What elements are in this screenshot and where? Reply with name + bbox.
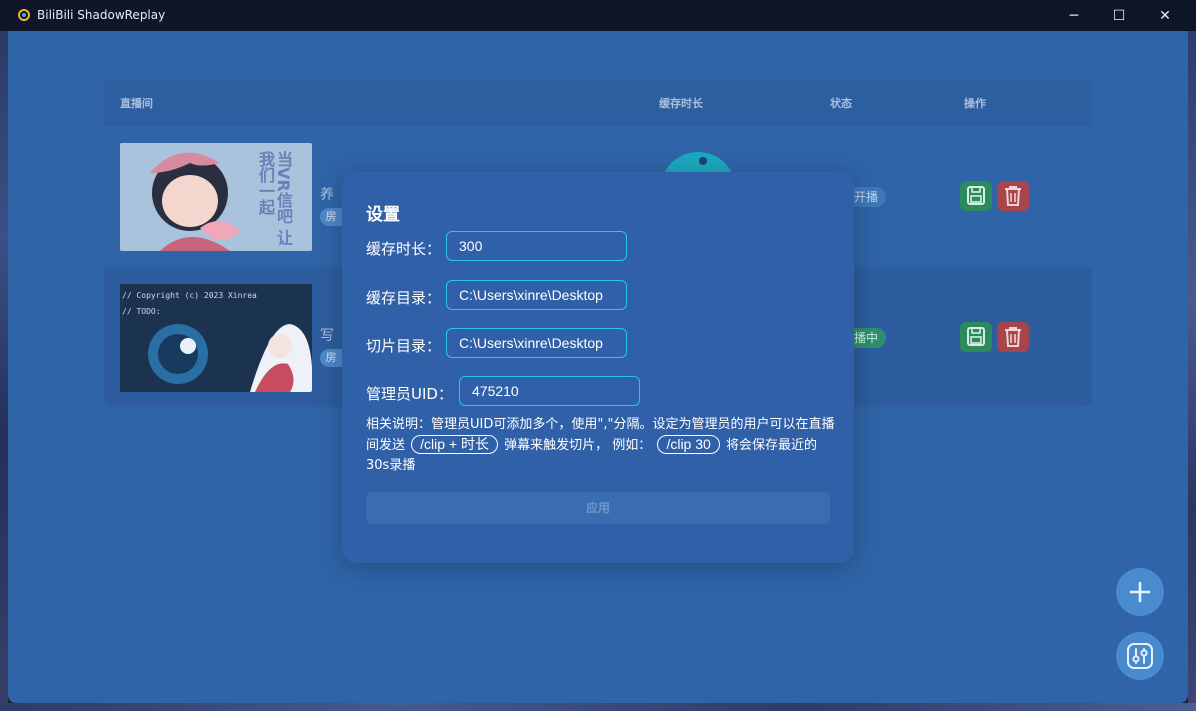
- column-header-room: 直播间: [120, 97, 153, 110]
- cache-dir-input[interactable]: C:\Users\xinre\Desktop: [446, 280, 627, 310]
- avatar-indicator: [699, 157, 707, 165]
- command-chip: /clip + 时长: [411, 435, 499, 454]
- column-header-actions: 操作: [964, 97, 986, 110]
- window-title: BiliBili ShadowReplay: [37, 8, 166, 22]
- room-title: 养: [320, 187, 334, 203]
- wallpaper-left: [0, 31, 8, 711]
- add-room-button[interactable]: [1116, 568, 1164, 616]
- clip-dir-input[interactable]: C:\Users\xinre\Desktop: [446, 328, 627, 358]
- room-thumbnail[interactable]: 当VR信吧 让我们一起: [120, 143, 312, 251]
- admin-uid-label: 管理员UID：: [366, 385, 453, 403]
- code-line: // TODO:: [122, 307, 161, 316]
- help-text: 弹幕来触发切片， 例如：: [504, 438, 652, 453]
- apply-button[interactable]: 应用: [366, 492, 830, 524]
- wallpaper-right: [1188, 31, 1196, 711]
- save-button[interactable]: [960, 322, 992, 352]
- minimize-button[interactable]: ─: [1051, 0, 1097, 31]
- plus-icon: [1129, 581, 1151, 603]
- code-line: // Copyright (c) 2023 Xinrea: [122, 291, 257, 300]
- trash-icon: [1005, 186, 1021, 206]
- maximize-button[interactable]: ☐: [1096, 0, 1142, 31]
- cache-dir-label: 缓存目录：: [366, 289, 442, 307]
- delete-button[interactable]: [997, 181, 1029, 211]
- save-icon: [967, 327, 985, 346]
- room-title: 写: [320, 328, 334, 344]
- save-icon: [967, 186, 985, 205]
- trash-icon: [1005, 327, 1021, 347]
- save-button[interactable]: [960, 181, 992, 211]
- thumbnail-caption: 当VR信吧 让我们一起: [256, 151, 293, 246]
- command-chip: /clip 30: [657, 435, 720, 454]
- dialog-title: 设置: [366, 205, 400, 225]
- table-header: 直播间 缓存时长 状态 操作: [104, 79, 1092, 126]
- column-header-status: 状态: [830, 97, 852, 110]
- column-header-cache-duration: 缓存时长: [659, 97, 703, 110]
- room-thumbnail[interactable]: // Copyright (c) 2023 Xinrea // TODO:: [120, 284, 312, 392]
- help-note: 相关说明：管理员UID可添加多个，使用","分隔。设定为管理员的用户可以在直播间…: [366, 415, 836, 476]
- app-content: 直播间 缓存时长 状态 操作 当VR信吧 让我们一起 养 房 开播 // Cop…: [8, 31, 1188, 703]
- delete-button[interactable]: [997, 322, 1029, 352]
- settings-button[interactable]: [1116, 632, 1164, 680]
- room-tag: 房: [320, 208, 342, 226]
- app-logo-icon: [18, 9, 30, 21]
- close-button[interactable]: ✕: [1142, 0, 1188, 31]
- cache-duration-label: 缓存时长：: [366, 240, 442, 258]
- sliders-icon: [1127, 643, 1153, 669]
- thumbnail-art: [120, 284, 312, 392]
- title-bar: BiliBili ShadowReplay ─ ☐ ✕: [0, 0, 1196, 31]
- clip-dir-label: 切片目录：: [366, 337, 442, 355]
- admin-uid-input[interactable]: 475210: [459, 376, 640, 406]
- cache-duration-input[interactable]: 300: [446, 231, 627, 261]
- settings-dialog: 设置 缓存时长： 300 缓存目录： C:\Users\xinre\Deskto…: [342, 172, 854, 563]
- wallpaper-bottom: [0, 703, 1196, 711]
- room-tag: 房: [320, 349, 342, 367]
